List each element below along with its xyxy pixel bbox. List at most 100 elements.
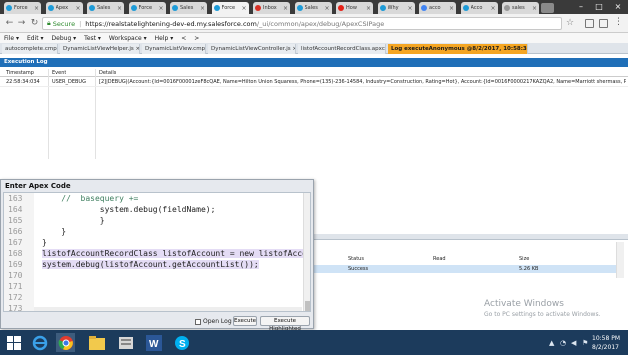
code-line[interactable]: // basequery +=: [42, 194, 138, 203]
bookmark-star-icon[interactable]: ☆: [566, 18, 574, 28]
console-menu-item[interactable]: Edit ▾: [27, 35, 44, 42]
browser-tab[interactable]: sales ×: [502, 2, 539, 14]
code-line[interactable]: }: [42, 227, 66, 236]
browser-tab[interactable]: Apex ×: [45, 2, 83, 14]
tray-chevron-icon[interactable]: ▲: [549, 339, 554, 347]
tab-close-icon[interactable]: ×: [407, 5, 412, 12]
browser-tab[interactable]: Force ×: [4, 2, 41, 14]
tab-close-icon[interactable]: ×: [449, 5, 454, 12]
console-menu-item[interactable]: File ▾: [4, 35, 19, 42]
tab-close-icon[interactable]: ×: [200, 5, 205, 12]
line-number: 164: [8, 205, 23, 214]
editor-scroll-thumb[interactable]: [305, 301, 310, 311]
internet-explorer-icon[interactable]: [30, 333, 49, 352]
back-icon[interactable]: ←: [4, 18, 15, 29]
browser-tab[interactable]: Acco ×: [460, 2, 498, 14]
code-line[interactable]: }: [42, 216, 105, 225]
results-row[interactable]: Success 5.26 KB: [312, 265, 622, 273]
file-explorer-icon[interactable]: [87, 333, 106, 352]
code-line[interactable]: listofAccountRecordClass listofAccount =…: [42, 249, 310, 258]
forward-icon[interactable]: →: [16, 18, 27, 29]
clock-date[interactable]: 8/2/2017: [592, 344, 619, 351]
clock-time[interactable]: 10:58 PM: [592, 335, 620, 342]
browser-tab[interactable]: Why ×: [377, 2, 415, 14]
browser-tab[interactable]: acco ×: [419, 2, 456, 14]
extension-icon[interactable]: [585, 19, 594, 28]
editor-horizontal-scrollbar[interactable]: [34, 307, 302, 311]
column-details[interactable]: Details: [99, 70, 116, 76]
browser-tab[interactable]: Force ×: [128, 2, 166, 14]
execution-log-header: Execution Log: [0, 58, 628, 67]
tab-close-icon[interactable]: ×: [75, 5, 80, 12]
editor-vertical-scrollbar[interactable]: [303, 193, 310, 311]
tab-favicon-icon: [379, 5, 386, 11]
network-icon[interactable]: ◔: [560, 339, 566, 347]
tab-close-icon[interactable]: ×: [366, 5, 371, 12]
line-number: 165: [8, 216, 23, 225]
tab-close-icon[interactable]: ×: [158, 5, 163, 12]
console-menu-item[interactable]: Workspace ▾: [109, 35, 147, 42]
console-menu-item[interactable]: >: [194, 35, 199, 42]
tab-favicon-icon: [462, 5, 469, 11]
execute-button[interactable]: Execute: [233, 316, 257, 326]
open-log-checkbox[interactable]: [195, 319, 201, 325]
browser-tab[interactable]: How ×: [336, 2, 373, 14]
browser-tab[interactable]: Sales ×: [87, 2, 124, 14]
open-log-label: Open Log: [203, 318, 232, 325]
column-timestamp[interactable]: Timestamp: [6, 70, 34, 76]
console-file-tab[interactable]: DynamicListView.cmp ×: [142, 44, 206, 54]
new-tab-button[interactable]: [541, 3, 554, 13]
execute-highlighted-button[interactable]: Execute Highlighted: [260, 316, 310, 332]
volume-icon[interactable]: ◀: [571, 339, 576, 347]
word-icon[interactable]: W: [144, 333, 163, 352]
browser-tab[interactable]: Force ×: [211, 2, 249, 14]
lock-icon: 🔒︎: [47, 19, 51, 27]
tab-close-icon[interactable]: ×: [532, 5, 537, 12]
column-event[interactable]: Event: [52, 70, 66, 76]
browser-tab[interactable]: Sales ×: [170, 2, 207, 14]
apex-code-editor[interactable]: 163 164 165 166 167 168 169 170 171 172 173 // bas…: [3, 192, 311, 312]
console-file-tab[interactable]: DynamicListViewHelper.js ×: [60, 44, 140, 54]
browser-menu-icon[interactable]: ⋮: [614, 17, 623, 27]
column-read[interactable]: Read: [433, 256, 446, 262]
code-line[interactable]: system.debug(fieldName);: [42, 205, 216, 214]
activate-windows-title: Activate Windows: [484, 299, 564, 309]
start-icon[interactable]: [4, 333, 23, 352]
reload-icon[interactable]: ↻: [29, 18, 40, 29]
console-file-tab[interactable]: Log executeAnonymous @8/2/2017, 10:58:34…: [388, 44, 528, 54]
tab-close-icon[interactable]: ×: [34, 5, 39, 12]
tab-title: Sales: [304, 5, 318, 11]
skype-icon[interactable]: S: [172, 333, 191, 352]
console-menu-item[interactable]: Debug ▾: [52, 35, 77, 42]
url-input[interactable]: 🔒︎ Secure | https://realstatelightening-…: [42, 17, 562, 30]
chrome-icon[interactable]: [56, 333, 75, 352]
column-size[interactable]: Size: [519, 256, 529, 262]
tab-close-icon[interactable]: ×: [117, 5, 122, 12]
line-number: 170: [8, 271, 23, 280]
results-scrollbar[interactable]: [616, 242, 624, 278]
console-menu-item[interactable]: Test ▾: [84, 35, 101, 42]
tab-close-icon[interactable]: ×: [241, 5, 246, 12]
code-line[interactable]: }: [42, 238, 47, 247]
extension-icon[interactable]: [599, 19, 608, 28]
console-file-tab[interactable]: listofAccountRecordClass.apxc ×: [298, 44, 386, 54]
minimize-button[interactable]: –: [572, 1, 590, 12]
browser-tab[interactable]: Inbox ×: [253, 2, 290, 14]
flag-icon[interactable]: ⚑: [582, 339, 588, 347]
folder-icon[interactable]: [116, 333, 135, 352]
console-menu-item[interactable]: Help ▾: [155, 35, 174, 42]
browser-tab[interactable]: Sales ×: [294, 2, 332, 14]
maximize-button[interactable]: □: [590, 1, 608, 12]
tab-title: sales: [512, 5, 525, 11]
tab-close-icon[interactable]: ×: [324, 5, 329, 12]
tab-close-icon[interactable]: ×: [490, 5, 495, 12]
close-window-button[interactable]: ×: [609, 1, 627, 12]
console-file-tab[interactable]: autocomplete.cmp ×: [2, 44, 58, 54]
console-menu-item[interactable]: <: [181, 35, 186, 42]
column-status[interactable]: Status: [348, 256, 364, 262]
line-number: 172: [8, 293, 23, 302]
console-file-tab[interactable]: DynamicListViewController.js ×: [208, 44, 296, 54]
code-line[interactable]: system.debug(listofAccount.getAccountLis…: [42, 260, 259, 269]
log-row[interactable]: 22:58:34:034 USER_DEBUG [2]|DEBUG|(Accou…: [0, 78, 628, 87]
tab-close-icon[interactable]: ×: [283, 5, 288, 12]
